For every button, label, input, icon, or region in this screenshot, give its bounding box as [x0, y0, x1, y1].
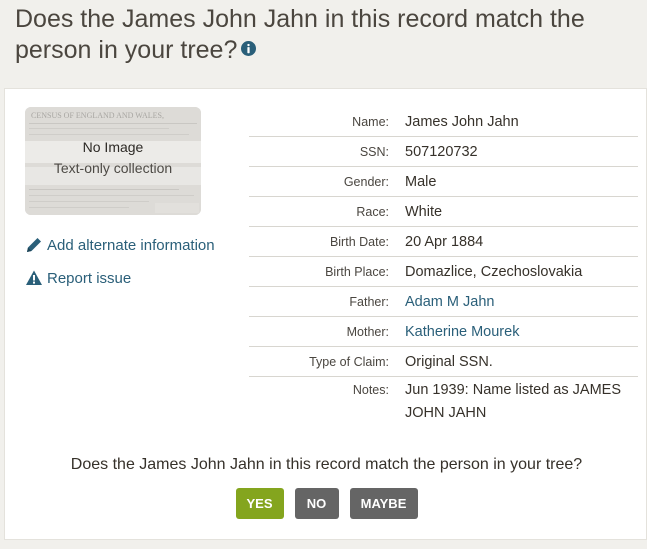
father-link[interactable]: Adam M Jahn	[405, 294, 638, 310]
field-value: 20 Apr 1884	[405, 233, 484, 250]
pencil-icon	[27, 238, 41, 252]
field-row-ssn: SSN: 507120732	[249, 137, 638, 167]
field-row-birth-place: Birth Place: Domazlice, Czechoslovakia	[249, 257, 638, 287]
thumbnail-background-text: CENSUS OF ENGLAND AND WALES,	[31, 111, 164, 120]
record-thumbnail: CENSUS OF ENGLAND AND WALES, No Image Te…	[25, 107, 201, 215]
field-row-father: Father: Adam M Jahn	[249, 287, 638, 317]
field-row-name: Name: James John Jahn	[249, 107, 638, 137]
add-alternate-info-label: Add alternate information	[47, 236, 215, 254]
field-label: Father:	[349, 294, 389, 309]
field-label: Race:	[356, 204, 389, 219]
info-circle-icon[interactable]	[241, 33, 257, 64]
warning-icon	[26, 270, 42, 285]
field-row-mother: Mother: Katherine Mourek	[249, 317, 638, 347]
field-value: White	[405, 203, 443, 220]
match-question: Does the James John Jahn in this record …	[70, 456, 583, 473]
thumbnail-subtitle: Text-only collection	[53, 160, 173, 176]
field-row-notes: Notes: Jun 1939: Name listed as JAMES JO…	[249, 377, 638, 425]
page-title: Does the James John Jahn in this record …	[15, 4, 635, 67]
no-button[interactable]: NO	[294, 488, 339, 519]
yes-button[interactable]: YES	[235, 488, 284, 519]
record-card: CENSUS OF ENGLAND AND WALES, No Image Te…	[4, 88, 647, 540]
field-label: SSN:	[359, 144, 389, 159]
page-title-text: Does the James John Jahn in this record …	[15, 5, 585, 64]
report-issue-label: Report issue	[47, 269, 132, 287]
field-label: Type of Claim:	[309, 354, 389, 369]
field-label: Gender:	[343, 174, 389, 189]
field-row-type-of-claim: Type of Claim: Original SSN.	[249, 347, 638, 377]
field-value: 507120732	[405, 143, 478, 160]
add-alternate-info-link[interactable]: Add alternate information	[25, 236, 215, 254]
field-label: Notes:	[352, 383, 389, 397]
field-value: Original SSN.	[405, 353, 493, 370]
maybe-button[interactable]: MAYBE	[349, 488, 418, 519]
field-row-race: Race: White	[249, 197, 638, 227]
record-fields: Name: James John Jahn SSN: 507120732 Gen…	[249, 107, 638, 425]
thumbnail-title: No Image	[82, 139, 144, 155]
field-value: Jun 1939: Name listed as JAMES JOHN JAHN	[405, 382, 621, 421]
field-label: Mother:	[346, 324, 389, 339]
field-value: Domazlice, Czechoslovakia	[405, 263, 583, 280]
field-value: James John Jahn	[405, 113, 519, 130]
field-label: Birth Place:	[325, 264, 389, 279]
report-issue-link[interactable]: Report issue	[25, 269, 131, 287]
mother-link[interactable]: Katherine Mourek	[405, 324, 638, 340]
field-row-gender: Gender: Male	[249, 167, 638, 197]
field-label: Birth Date:	[329, 234, 389, 249]
match-buttons: YES NO MAYBE	[5, 488, 647, 519]
field-value: Male	[405, 173, 437, 190]
field-row-birth-date: Birth Date: 20 Apr 1884	[249, 227, 638, 257]
field-label: Name:	[352, 114, 389, 129]
